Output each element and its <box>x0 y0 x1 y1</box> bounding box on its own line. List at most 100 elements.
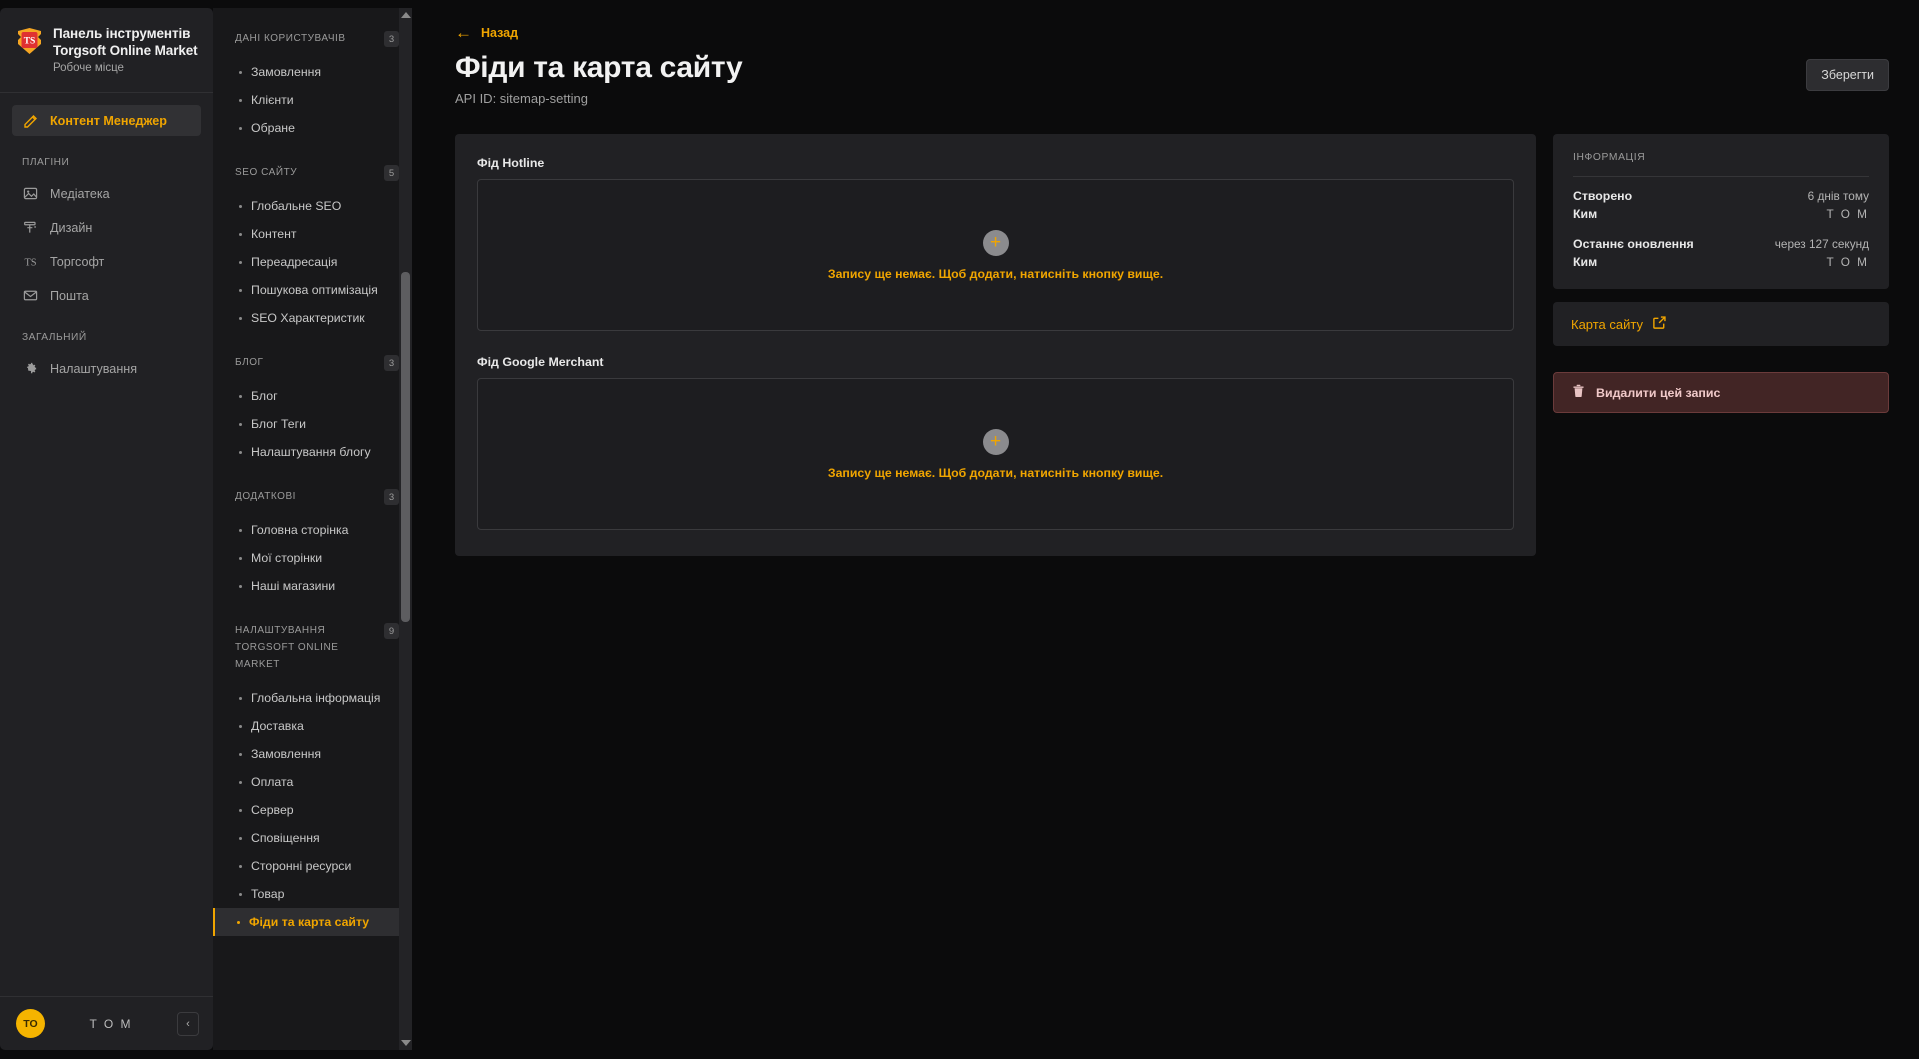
sidebar-link-third-party[interactable]: Сторонні ресурси <box>213 852 412 880</box>
link-label: Товар <box>251 887 285 901</box>
scrollbar-track[interactable] <box>399 22 412 1036</box>
nav-item-settings[interactable]: Налаштування <box>12 353 201 384</box>
sidebar-link-home-page[interactable]: Головна сторінка <box>213 516 412 544</box>
field-label: Фід Google Merchant <box>477 355 604 369</box>
bullet-icon <box>239 70 242 74</box>
bullet-icon <box>239 260 242 264</box>
info-value: 6 днів тому <box>1807 189 1869 203</box>
link-label: SEO Характеристик <box>251 311 365 325</box>
info-key: Ким <box>1573 255 1598 269</box>
back-button[interactable]: ← Назад <box>455 24 1889 41</box>
side-panel: ІНФОРМАЦІЯ Створено 6 днів тому Ким T O … <box>1553 134 1889 413</box>
sidebar-link-global-info[interactable]: Глобальна інформація <box>213 684 412 712</box>
nav-item-torgsoft[interactable]: TS Торгсофт <box>12 246 201 277</box>
section-title: ДАНІ КОРИСТУВАЧІВ <box>235 33 346 44</box>
avatar[interactable]: TO <box>16 1009 45 1038</box>
scroll-up-arrow-icon[interactable] <box>399 8 412 22</box>
field-google-merchant-feed: Фід Google Merchant + Запису ще немає. Щ… <box>477 355 1514 530</box>
section-badge: 9 <box>384 623 399 639</box>
information-title: ІНФОРМАЦІЯ <box>1573 152 1869 177</box>
nav-item-label: Контент Менеджер <box>50 113 167 128</box>
chevron-left-icon[interactable]: ‹ <box>177 1011 199 1036</box>
info-row-updated-by: Ким T O M <box>1573 255 1869 269</box>
info-row-updated: Останнє оновлення через 127 секунд <box>1573 237 1869 251</box>
torgsoft-shield-logo-icon: TS <box>16 27 43 55</box>
sidebar-link-our-shops[interactable]: Наші магазини <box>213 572 412 600</box>
svg-text:TS: TS <box>24 258 36 269</box>
link-label: Головна сторінка <box>251 523 349 537</box>
sidebar-link-blog[interactable]: Блог <box>213 382 412 410</box>
bullet-icon <box>239 422 242 426</box>
link-label: Сторонні ресурси <box>251 859 352 873</box>
nav-item-content-manager[interactable]: Контент Менеджер <box>12 105 201 136</box>
trash-icon <box>1572 384 1585 401</box>
sitemap-link-label: Карта сайту <box>1571 316 1643 332</box>
sidebar-link-delivery[interactable]: Доставка <box>213 712 412 740</box>
sidebar-link-clients[interactable]: Клієнти <box>213 86 412 114</box>
link-label: Контент <box>251 227 297 241</box>
scrollbar-thumb[interactable] <box>401 272 410 622</box>
save-button[interactable]: Зберегти <box>1806 59 1889 91</box>
sidebar-link-notifications[interactable]: Сповіщення <box>213 824 412 852</box>
information-card: ІНФОРМАЦІЯ Створено 6 днів тому Ким T O … <box>1553 134 1889 289</box>
paint-roller-icon <box>22 219 39 236</box>
section-header-additional: ДОДАТКОВІ 3 <box>213 488 412 505</box>
scroll-down-arrow-icon[interactable] <box>399 1036 412 1050</box>
primary-sidebar: TS Панель інструментів Torgsoft Online M… <box>0 8 213 1050</box>
field-empty-area: + Запису ще немає. Щоб додати, натисніть… <box>477 378 1514 530</box>
info-key: Останнє оновлення <box>1573 237 1694 251</box>
info-value: T O M <box>1826 255 1869 269</box>
bullet-icon <box>239 316 242 320</box>
nav-item-label: Дизайн <box>50 220 93 235</box>
primary-nav-list: Контент Менеджер ПЛАГІНИ Медіатека Дизай… <box>0 93 213 996</box>
nav-item-design[interactable]: Дизайн <box>12 212 201 243</box>
image-icon <box>22 185 39 202</box>
sidebar-link-orders-settings[interactable]: Замовлення <box>213 740 412 768</box>
link-label: Глобальне SEO <box>251 199 342 213</box>
bullet-icon <box>239 836 242 840</box>
bullet-icon <box>239 864 242 868</box>
envelope-icon <box>22 287 39 304</box>
nav-item-media-library[interactable]: Медіатека <box>12 178 201 209</box>
brand-title-line1: Панель інструментів <box>53 26 191 41</box>
plus-icon[interactable]: + <box>982 229 1009 256</box>
section-title: SEO САЙТУ <box>235 167 298 178</box>
field-label: Фід Hotline <box>477 156 545 170</box>
sidebar-link-redirects[interactable]: Переадресація <box>213 248 412 276</box>
sidebar-link-search-optimization[interactable]: Пошукова оптимізація <box>213 276 412 304</box>
main-content: ← Назад Фіди та карта сайту API ID: site… <box>412 0 1919 1059</box>
sidebar-link-blog-tags[interactable]: Блог Теги <box>213 410 412 438</box>
secondary-nav-scrollbar[interactable] <box>399 8 412 1050</box>
brand-subtitle: Робоче місце <box>53 62 124 74</box>
info-key: Ким <box>1573 207 1598 221</box>
nav-group-general-label: ЗАГАЛЬНИЙ <box>22 332 87 343</box>
sidebar-link-my-pages[interactable]: Мої сторінки <box>213 544 412 572</box>
sidebar-link-payment[interactable]: Оплата <box>213 768 412 796</box>
bullet-icon <box>239 556 242 560</box>
sidebar-link-content[interactable]: Контент <box>213 220 412 248</box>
section-header-seo: SEO САЙТУ 5 <box>213 164 412 181</box>
sidebar-link-product[interactable]: Товар <box>213 880 412 908</box>
sidebar-link-favorites[interactable]: Обране <box>213 114 412 142</box>
nav-item-label: Налаштування <box>50 361 138 376</box>
nav-item-mail[interactable]: Пошта <box>12 280 201 311</box>
section-title: БЛОГ <box>235 357 264 368</box>
sidebar-link-feeds-sitemap[interactable]: Фіди та карта сайту <box>213 908 412 936</box>
link-label: Сповіщення <box>251 831 320 845</box>
section-badge: 3 <box>384 489 399 505</box>
nav-item-label: Пошта <box>50 288 89 303</box>
sidebar-link-global-seo[interactable]: Глобальне SEO <box>213 192 412 220</box>
bullet-icon <box>239 232 242 236</box>
sidebar-link-server[interactable]: Сервер <box>213 796 412 824</box>
plus-icon[interactable]: + <box>982 428 1009 455</box>
bullet-icon <box>239 808 242 812</box>
bullet-icon <box>239 450 242 454</box>
delete-entry-button[interactable]: Видалити цей запис <box>1553 372 1889 413</box>
sidebar-link-seo-characteristics[interactable]: SEO Характеристик <box>213 304 412 332</box>
content-row: Фід Hotline + Запису ще немає. Щоб додат… <box>455 134 1889 556</box>
sidebar-link-blog-settings[interactable]: Налаштування блогу <box>213 438 412 466</box>
info-value: T O M <box>1826 207 1869 221</box>
sitemap-link[interactable]: Карта сайту <box>1553 302 1889 346</box>
sidebar-link-orders[interactable]: Замовлення <box>213 58 412 86</box>
link-label: Блог Теги <box>251 417 306 431</box>
